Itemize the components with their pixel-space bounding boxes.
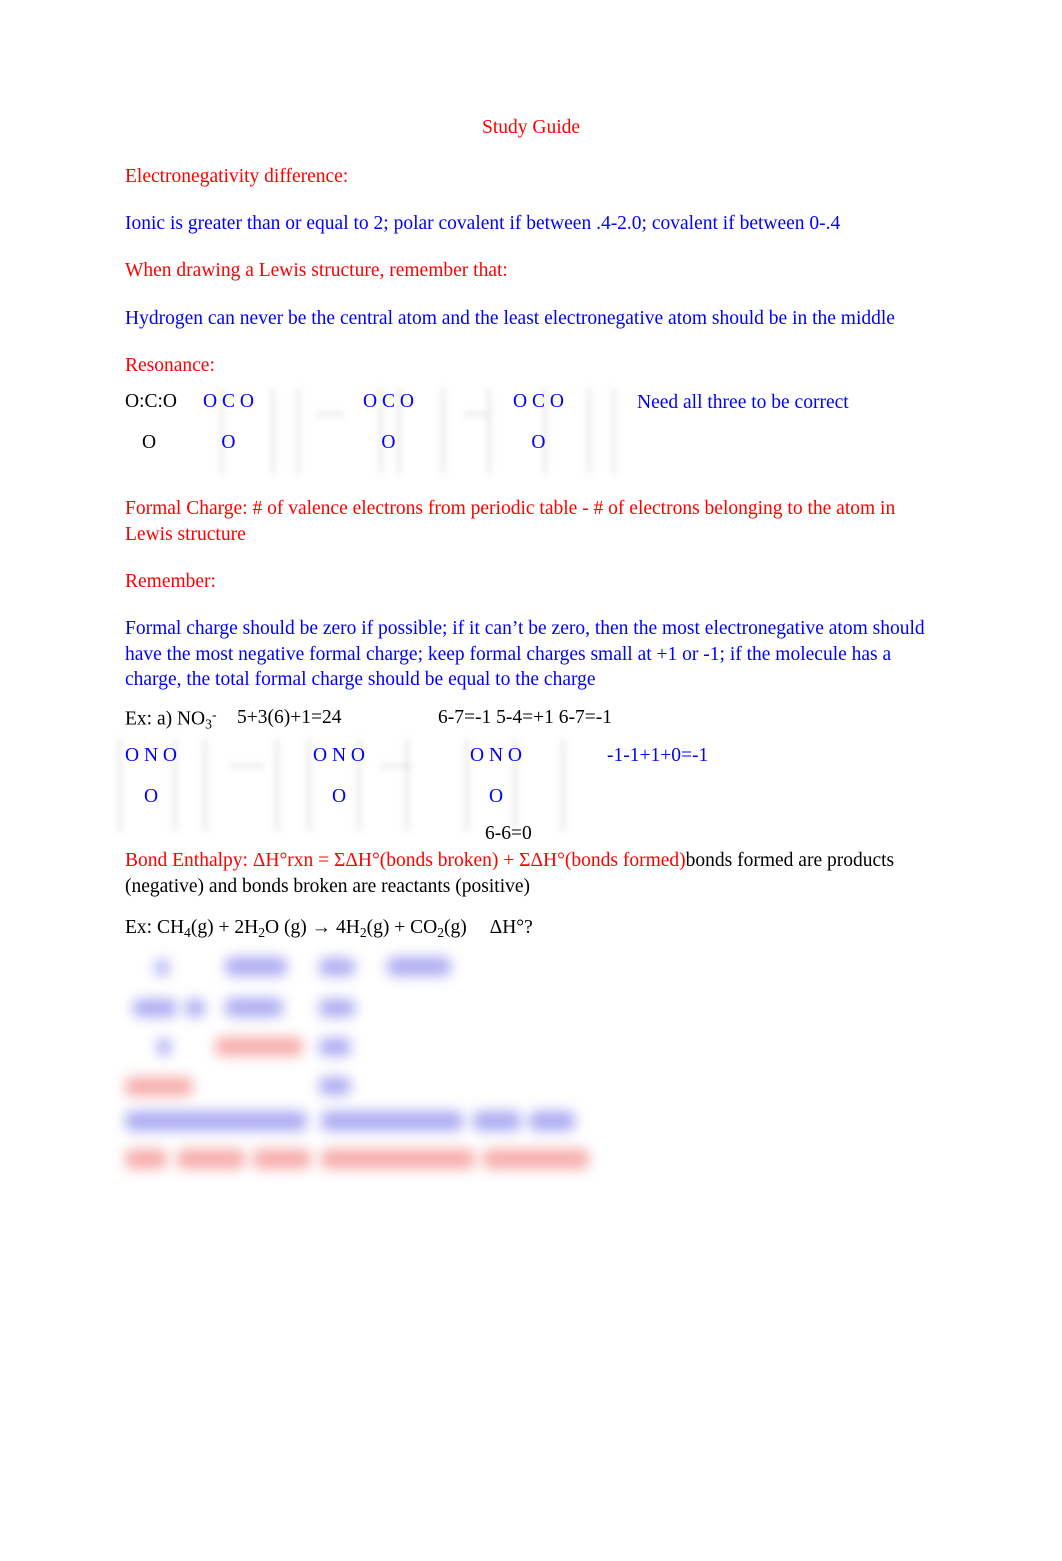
redacted-blob: [157, 1037, 171, 1056]
remember-body: Formal charge should be zero if possible…: [125, 618, 925, 690]
resonance-structure-2-bottom: O: [381, 431, 396, 453]
resonance-structures: O:C:O O O C O O O C O O O C O O Need all…: [125, 388, 937, 478]
bond-enthalpy-heading-red: Bond Enthalpy: ΔH°rxn = ΣΔH°(bonds broke…: [125, 850, 686, 872]
no3-structure-2-top: O N O: [313, 745, 365, 767]
resonance-structure-3: O C O O: [513, 392, 564, 452]
resonance-structure-1-top: O C O: [203, 391, 254, 413]
redacted-blob: [225, 956, 287, 976]
redacted-blob: [177, 1148, 245, 1169]
no3-formal-charges-row: 6-7=-1 5-4=+1 6-7=-1: [438, 707, 612, 729]
page-title: Study Guide: [481, 117, 581, 138]
lewis-structure-heading: When drawing a Lewis structure, remember…: [125, 260, 508, 282]
redacted-blob: [321, 1148, 475, 1169]
electronegativity-heading: Electronegativity difference:: [125, 165, 349, 187]
no3-sum-right: -1-1+1+0=-1: [607, 745, 709, 767]
lewis-drawing-smudge: [118, 738, 122, 833]
resonance-arrow-smudge: [229, 764, 265, 769]
lewis-drawing-smudge: [441, 388, 445, 475]
lewis-drawing-smudge: [561, 738, 565, 833]
no3-structure-1-bottom: O: [143, 785, 159, 807]
eq-part-6: ΔH°?: [489, 916, 533, 938]
no3-structure-2-bottom: O: [331, 785, 347, 807]
formal-charge-heading: Formal Charge: # of valence electrons fr…: [125, 498, 896, 545]
eq-part-5: (g): [444, 916, 467, 938]
no3-electron-count: 5+3(6)+1=24: [237, 707, 342, 729]
redacted-blob: [225, 997, 283, 1017]
no3-structure-1-top: O N O: [125, 745, 177, 767]
redacted-blob: [529, 1110, 575, 1131]
eq-part-3: O (g) → 4H: [265, 916, 360, 938]
redacted-blob: [125, 1076, 193, 1096]
redacted-blob: [185, 998, 205, 1017]
lewis-drawing-smudge: [405, 738, 409, 833]
resonance-linear-top: O:C:O: [125, 391, 178, 413]
lewis-drawing-smudge: [487, 388, 491, 475]
bond-enthalpy-example-equation: Ex: CH4(g) + 2H2O (g) → 4H2(g) + CO2(g) …: [125, 917, 937, 941]
resonance-structure-1-bottom: O: [221, 431, 236, 453]
redacted-summary-lines: [125, 1105, 645, 1175]
lewis-drawing-smudge: [271, 388, 275, 475]
document-page: Study Guide Electronegativity difference…: [0, 0, 1062, 1561]
resonance-structure-1: O C O O: [203, 392, 254, 452]
lewis-drawing-smudge: [307, 738, 311, 833]
no3-structure-1: O N O O: [125, 746, 177, 806]
bond-enthalpy-paragraph: Bond Enthalpy: ΔH°rxn = ΣΔH°(bonds broke…: [125, 848, 937, 899]
resonance-linear-bottom: O: [142, 431, 157, 453]
redacted-blob: [133, 998, 177, 1017]
redacted-blob: [321, 1110, 463, 1131]
redacted-blob: [253, 1148, 311, 1169]
lewis-drawing-smudge: [275, 738, 279, 833]
lewis-drawing-smudge: [296, 388, 300, 475]
resonance-arrow-smudge: [315, 412, 345, 417]
resonance-structure-2-top: O C O: [363, 391, 414, 413]
document-body: Study Guide Electronegativity difference…: [118, 117, 937, 1175]
eq-part-4: (g) + CO: [366, 916, 438, 938]
no3-label-subscript: 3: [205, 716, 212, 732]
resonance-structure-2: O C O O: [363, 392, 414, 452]
resonance-arrow-smudge: [463, 412, 489, 417]
redacted-blob: [473, 1110, 521, 1131]
eq-part-1: Ex: CH: [125, 916, 185, 938]
resonance-note: Need all three to be correct: [637, 392, 849, 414]
remember-heading: Remember:: [125, 570, 216, 592]
eq-sub-3: 2: [359, 924, 367, 940]
no3-example: Ex: a) NO3- 5+3(6)+1=24 6-7=-1 5-4=+1 6-…: [118, 707, 937, 848]
lewis-drawing-smudge: [587, 388, 591, 475]
redacted-blob: [387, 956, 451, 976]
no3-structure-3: O N O O: [470, 746, 522, 806]
resonance-structure-3-top: O C O: [513, 391, 564, 413]
no3-structure-3-bottom: O: [488, 785, 504, 807]
eq-sub-1: 4: [184, 924, 191, 940]
eq-part-2: (g) + 2H: [190, 916, 259, 938]
lewis-drawing-smudge: [465, 738, 469, 833]
redacted-blob: [319, 1076, 351, 1095]
no3-label-superscript: -: [211, 707, 217, 723]
electronegativity-body: Ionic is greater than or equal to 2; pol…: [125, 212, 841, 234]
redacted-blob: [215, 1036, 303, 1056]
lewis-drawing-smudge: [612, 388, 616, 475]
redacted-blob: [125, 1148, 167, 1169]
resonance-arrow-smudge: [379, 764, 411, 769]
resonance-structure-3-bottom: O: [531, 431, 546, 453]
redacted-solution-region: [125, 955, 645, 1105]
no3-label: Ex: a) NO: [125, 709, 206, 730]
no3-label-line: Ex: a) NO3-: [125, 708, 217, 731]
redacted-blob: [319, 998, 355, 1017]
resonance-linear-structure: O:C:O O: [125, 392, 177, 452]
eq-sub-2: 2: [258, 924, 266, 940]
no3-structure-2: O N O O: [313, 746, 365, 806]
redacted-blob: [319, 957, 355, 976]
redacted-blob: [319, 1037, 351, 1056]
lewis-structure-body: Hydrogen can never be the central atom a…: [125, 307, 895, 329]
redacted-blob: [125, 1110, 307, 1131]
no3-sum-bottom: 6-6=0: [485, 823, 532, 845]
lewis-drawing-smudge: [203, 738, 207, 833]
no3-structure-3-top: O N O: [470, 745, 522, 767]
resonance-heading: Resonance:: [125, 354, 215, 376]
redacted-blob: [155, 958, 169, 976]
redacted-blob: [483, 1148, 589, 1169]
